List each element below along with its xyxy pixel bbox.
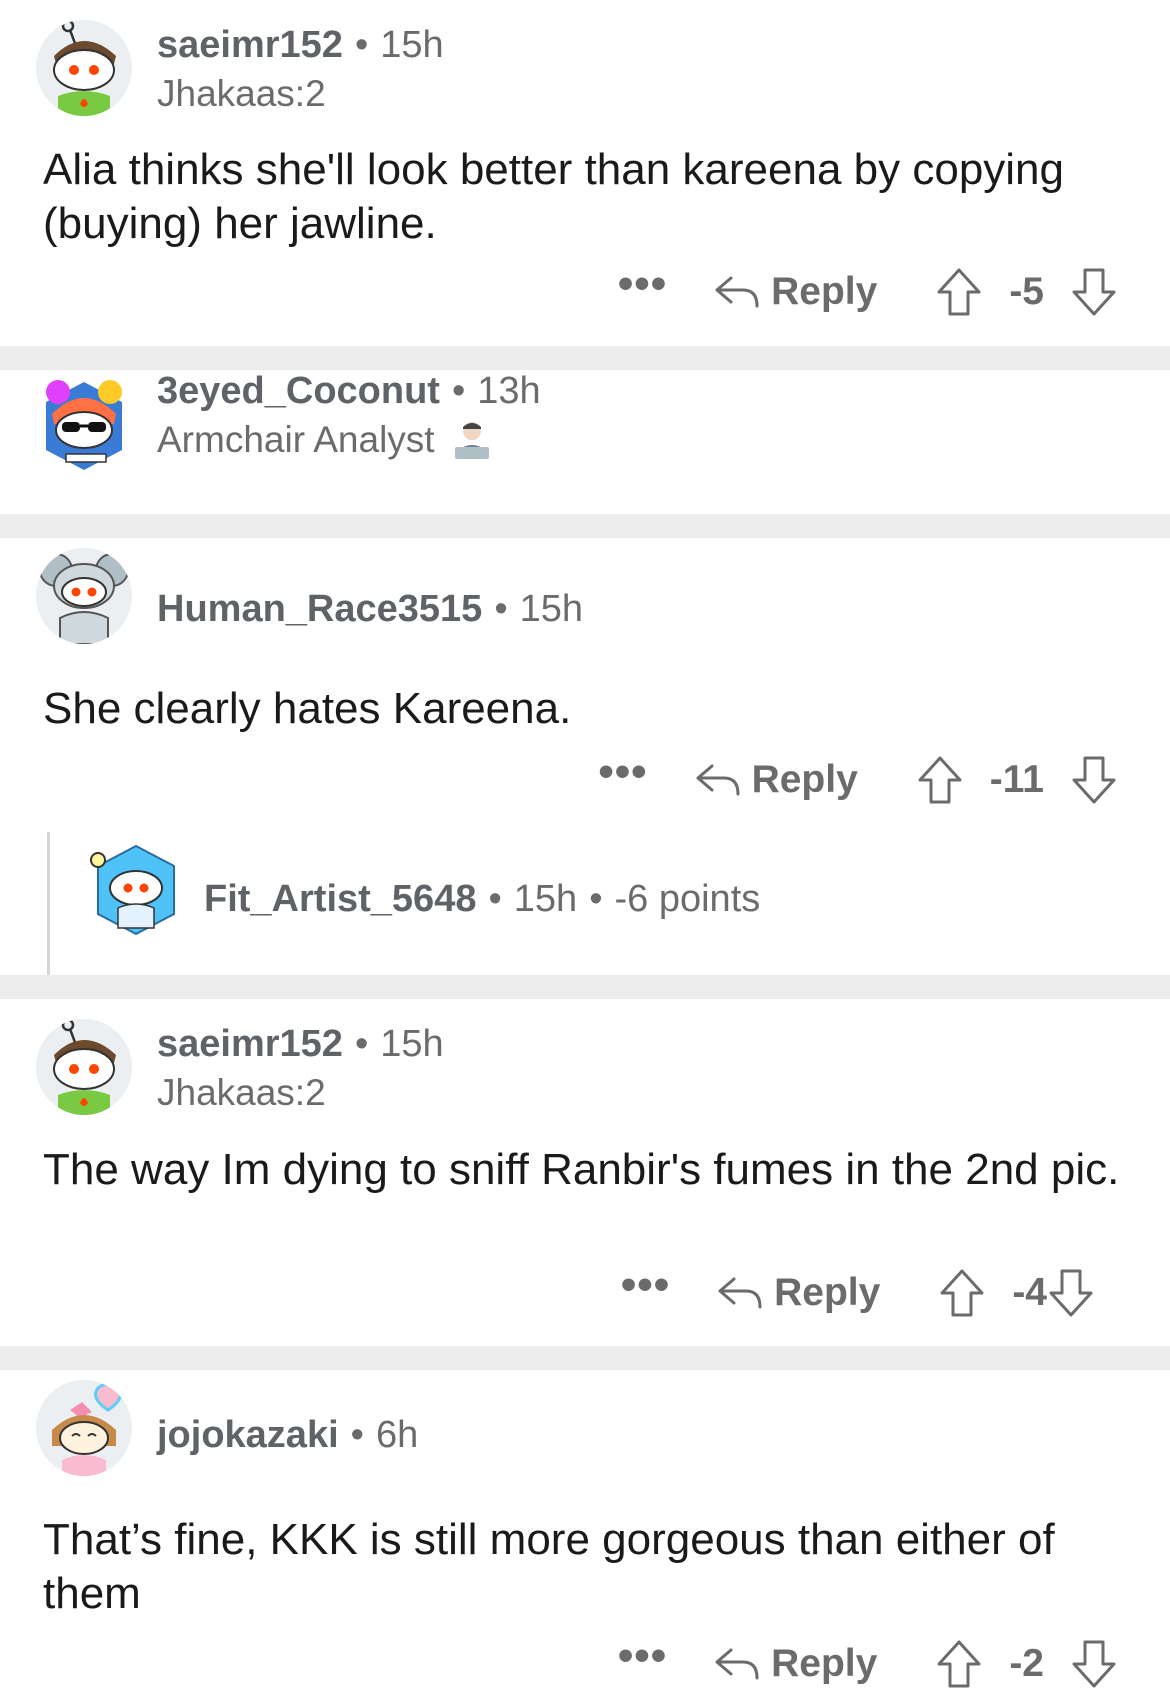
reddit-avatar-icon [36,1019,132,1115]
downvote-arrow-icon[interactable] [1047,1267,1095,1319]
username[interactable]: Fit_Artist_5648 [204,878,476,921]
comment-card: Human_Race3515 • 15h She clearly hates K… [0,538,1170,975]
separator-dot: • [451,370,466,412]
comment-meta: saeimr152 • 15h Jhakaas:2 [157,1023,444,1114]
separator-dot: • [494,588,508,630]
vote-score: -11 [989,758,1044,801]
comment-thread: saeimr152 • 15h Jhakaas:2 Alia thinks sh… [0,0,1170,1699]
separator-dot: • [589,878,603,920]
reply-label: Reply [771,1642,878,1685]
flair-text: Armchair Analyst [157,419,435,460]
vote-score: -2 [1009,1642,1044,1685]
user-flair: Jhakaas:2 [157,1072,326,1113]
reply-label: Reply [774,1271,881,1314]
comment-meta: Fit_Artist_5648 • 15h • -6 points [204,878,760,921]
comment-body: She clearly hates Kareena. [43,684,572,733]
comment-actions: ••• Reply -11 [598,750,1118,808]
upvote-arrow-icon[interactable] [916,754,964,806]
reply-button[interactable]: Reply [713,1642,877,1686]
upvote-arrow-icon[interactable] [935,266,983,318]
comment-actions: ••• Reply -4 [621,1263,1095,1321]
upvote-arrow-icon[interactable] [938,1267,986,1319]
vote-score: -4 [1012,1271,1047,1314]
comment-age: 15h [380,1023,444,1065]
reply-button[interactable]: Reply [713,270,877,314]
upvote-arrow-icon[interactable] [935,1638,983,1690]
comment-age: 15h [519,588,584,630]
separator-dot: • [354,1023,369,1065]
reply-label: Reply [751,758,858,801]
username[interactable]: Human_Race3515 [157,588,482,631]
comment-age: 6h [375,1414,419,1456]
comment-body: That’s fine, KKK is still more gorgeous … [43,1515,1055,1618]
comment-card: jojokazaki • 6h That’s fine, KKK is stil… [0,1370,1170,1699]
user-avatar[interactable] [36,1019,132,1115]
comment-meta: jojokazaki • 6h [157,1414,418,1457]
more-options-button[interactable]: ••• [621,1263,670,1307]
comment-age: 15h [513,878,578,920]
reddit-avatar-icon [36,548,132,644]
reply-button[interactable]: Reply [716,1271,880,1315]
reply-arrow-icon [715,276,759,308]
separator-dot: • [350,1414,364,1456]
comment-actions: ••• Reply -2 [618,1634,1118,1692]
more-options-button[interactable]: ••• [618,262,667,306]
comment-age: 15h [380,24,444,66]
separator-dot: • [354,24,369,66]
separator-dot: • [488,878,502,920]
username[interactable]: saeimr152 [157,24,343,67]
user-flair: Jhakaas:2 [157,73,326,114]
username[interactable]: 3eyed_Coconut [157,370,440,413]
username[interactable]: jojokazaki [157,1414,339,1457]
comment-meta: saeimr152 • 15h Jhakaas:2 [157,24,444,115]
comment-meta: Human_Race3515 • 15h [157,588,583,631]
user-avatar[interactable] [36,548,132,644]
comment-body: The way Im dying to sniff Ranbir's fumes… [43,1145,1120,1194]
more-options-button[interactable]: ••• [618,1634,667,1678]
more-options-button[interactable]: ••• [598,750,647,794]
downvote-arrow-icon[interactable] [1070,1638,1118,1690]
reddit-avatar-icon [46,380,122,470]
vote-score: -5 [1009,270,1044,313]
user-avatar[interactable] [36,378,132,474]
comment-age: 13h [477,370,541,412]
user-flair: Armchair Analyst [157,419,541,461]
user-avatar[interactable] [36,1380,132,1476]
comment-card: 3eyed_Coconut • 13h Armchair Analyst [0,370,1170,514]
downvote-arrow-icon[interactable] [1070,754,1118,806]
reply-arrow-icon [715,1648,759,1680]
thread-line [47,832,50,975]
reddit-avatar-icon [90,844,175,936]
reddit-avatar-icon [36,1380,132,1476]
user-avatar[interactable] [36,20,132,116]
reply-button[interactable]: Reply [694,758,858,802]
technologist-emoji-icon [454,422,489,459]
reddit-avatar-icon [36,20,132,116]
comment-actions: ••• Reply -5 [618,262,1118,320]
comment-card: saeimr152 • 15h Jhakaas:2 The way Im dyi… [0,999,1170,1346]
comment-card: saeimr152 • 15h Jhakaas:2 Alia thinks sh… [0,0,1170,346]
downvote-arrow-icon[interactable] [1070,266,1118,318]
user-avatar[interactable] [88,842,184,938]
comment-body: Alia thinks she'll look better than kare… [43,145,1065,248]
username[interactable]: saeimr152 [157,1023,343,1066]
reply-arrow-icon [718,1277,762,1309]
reply-label: Reply [771,270,878,313]
comment-points: -6 points [614,878,761,920]
comment-meta: 3eyed_Coconut • 13h Armchair Analyst [157,370,541,461]
reply-arrow-icon [696,764,740,796]
